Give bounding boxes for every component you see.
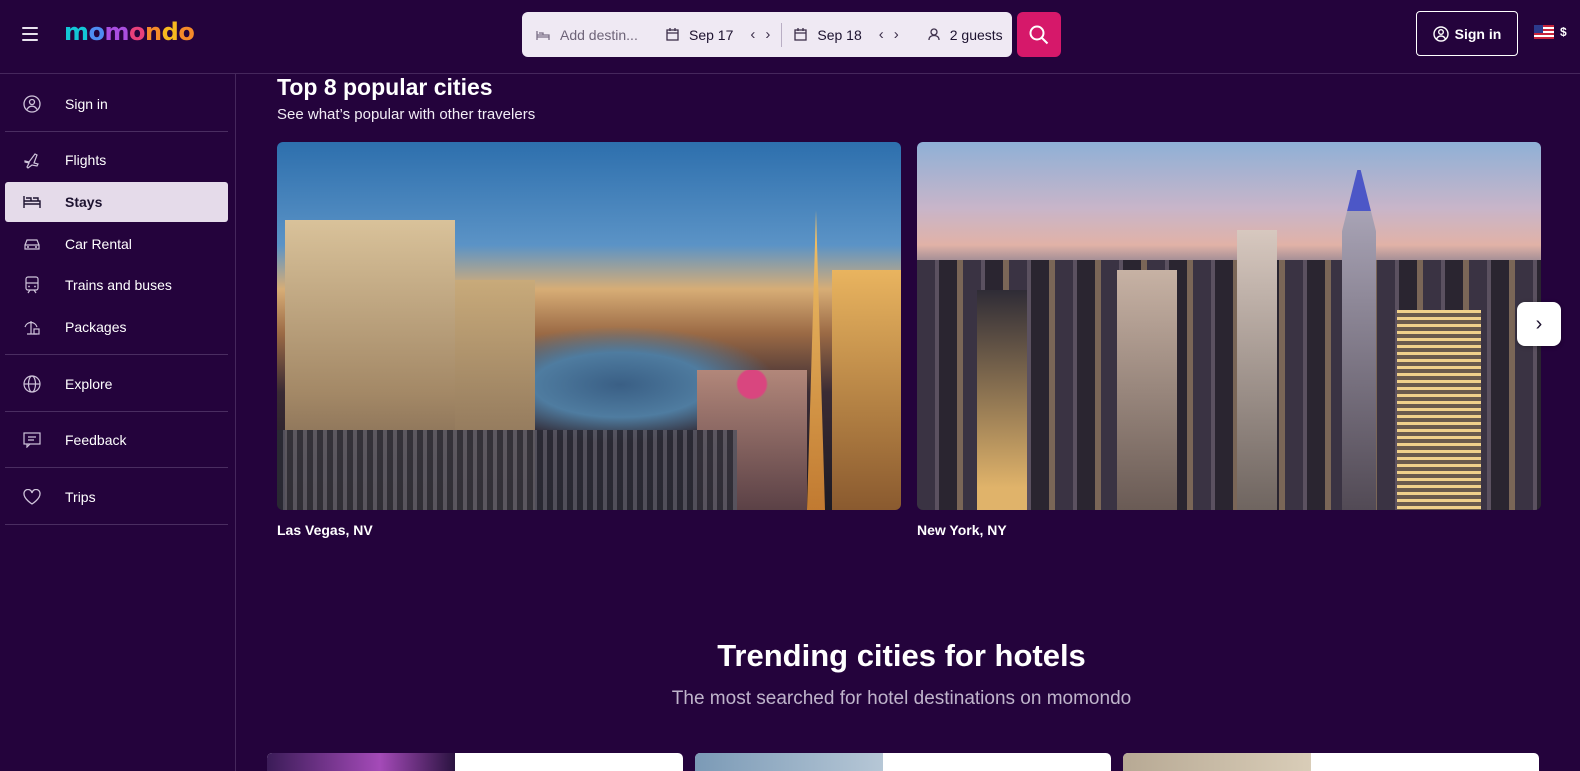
destination-field[interactable]: Add destin... bbox=[522, 27, 660, 43]
user-circle-icon bbox=[23, 95, 41, 113]
trending-subtitle: The most searched for hotel destinations… bbox=[671, 688, 1132, 709]
sidebar-item-label: Trips bbox=[65, 489, 96, 505]
currency-label: $ bbox=[1560, 25, 1567, 39]
sidebar-item-label: Stays bbox=[65, 194, 103, 210]
sidebar-item-car-rental[interactable]: Car Rental bbox=[5, 224, 228, 264]
menu-icon[interactable] bbox=[22, 27, 38, 41]
logo-letter: m bbox=[104, 18, 130, 46]
plane-icon bbox=[23, 151, 41, 169]
carousel-next-button[interactable]: › bbox=[1517, 302, 1561, 346]
skyscraper-image bbox=[1237, 230, 1277, 510]
sidebar-divider bbox=[5, 524, 228, 525]
search-button[interactable] bbox=[1017, 12, 1061, 57]
logo-letter: o bbox=[178, 18, 195, 46]
city-card-new-york[interactable] bbox=[917, 142, 1541, 510]
search-icon bbox=[1029, 25, 1049, 44]
city-name[interactable]: Las Vegas, NV bbox=[277, 522, 373, 538]
logo-letter: d bbox=[161, 18, 179, 46]
user-circle-icon bbox=[1432, 25, 1449, 42]
sidebar-divider bbox=[5, 131, 228, 132]
checkout-date: Sep 18 bbox=[817, 26, 862, 43]
sidebar-item-explore[interactable]: Explore bbox=[5, 364, 228, 404]
trending-city-card[interactable] bbox=[267, 753, 683, 771]
sidebar-item-flights[interactable]: Flights bbox=[5, 140, 228, 180]
checkout-prev-icon[interactable]: ‹ bbox=[874, 26, 889, 43]
globe-icon bbox=[23, 375, 41, 393]
sidebar-item-label: Packages bbox=[65, 319, 127, 335]
popular-cities-title: Top 8 popular cities bbox=[277, 74, 493, 100]
sidebar-item-label: Flights bbox=[65, 152, 107, 168]
person-icon bbox=[928, 28, 940, 41]
trending-city-card[interactable] bbox=[1123, 753, 1539, 771]
momondo-logo[interactable]: momondo bbox=[64, 18, 195, 46]
sidebar-divider bbox=[5, 354, 228, 355]
chevron-right-icon: › bbox=[1535, 312, 1543, 335]
search-bar: Add destin... Sep 17 ‹ › Sep 18 ‹ › 2 gu… bbox=[522, 12, 1012, 57]
sidebar-item-trains-buses[interactable]: Trains and buses bbox=[5, 265, 228, 305]
packages-icon bbox=[23, 318, 41, 336]
guests-count: 2 guests bbox=[949, 26, 1003, 43]
trending-city-image bbox=[1123, 753, 1311, 771]
logo-letter: o bbox=[88, 18, 106, 46]
logo-letter: n bbox=[145, 18, 162, 46]
skyscraper-image bbox=[977, 290, 1027, 510]
main-content: Top 8 popular cities See what’s popular … bbox=[237, 74, 1580, 771]
sidebar-item-packages[interactable]: Packages bbox=[5, 307, 228, 347]
sidebar-item-label: Car Rental bbox=[65, 236, 132, 252]
sidebar-item-stays[interactable]: Stays bbox=[5, 182, 228, 222]
sidebar-divider bbox=[5, 411, 228, 412]
eiffel-tower-image bbox=[807, 210, 825, 510]
city-name[interactable]: New York, NY bbox=[917, 522, 1007, 538]
signin-label: Sign in bbox=[1454, 25, 1502, 42]
signin-button[interactable]: Sign in bbox=[1416, 11, 1518, 56]
checkout-next-icon[interactable]: › bbox=[889, 26, 904, 43]
us-flag-icon bbox=[1534, 25, 1554, 39]
car-icon bbox=[23, 235, 41, 253]
locale-selector[interactable]: $ bbox=[1534, 25, 1567, 39]
sidebar-item-label: Feedback bbox=[65, 432, 127, 448]
trending-city-image bbox=[267, 753, 455, 771]
sidebar-item-trips[interactable]: Trips bbox=[5, 477, 228, 517]
destination-placeholder: Add destin... bbox=[560, 26, 638, 43]
checkin-date: Sep 17 bbox=[689, 26, 734, 43]
feedback-icon bbox=[23, 431, 41, 449]
train-icon bbox=[23, 276, 41, 294]
bed-icon bbox=[536, 30, 550, 40]
trending-title: Trending cities for hotels bbox=[717, 638, 1086, 673]
calendar-icon bbox=[666, 28, 679, 41]
skyscraper-image bbox=[1397, 310, 1481, 510]
sidebar-divider bbox=[5, 467, 228, 468]
sidebar-item-label: Explore bbox=[65, 376, 113, 392]
trending-city-card[interactable] bbox=[695, 753, 1111, 771]
calendar-icon bbox=[794, 28, 808, 41]
search-divider bbox=[781, 22, 783, 47]
sidebar: Sign in Flights Stays Car Rental Trains … bbox=[0, 74, 236, 771]
popular-cities-subtitle: See what’s popular with other travelers bbox=[277, 106, 536, 123]
sidebar-item-label: Trains and buses bbox=[65, 277, 172, 293]
skyscraper-image bbox=[1117, 270, 1177, 510]
hotel-building-image bbox=[832, 270, 901, 510]
trending-city-image bbox=[695, 753, 883, 771]
bed-icon bbox=[23, 193, 41, 211]
checkin-field[interactable]: Sep 17 ‹ › bbox=[660, 26, 775, 43]
logo-letter: o bbox=[129, 18, 146, 46]
checkout-field[interactable]: Sep 18 ‹ › bbox=[788, 26, 903, 43]
sidebar-item-signin[interactable]: Sign in bbox=[5, 84, 228, 124]
parking-lot-image bbox=[277, 430, 737, 510]
guests-field[interactable]: 2 guests bbox=[928, 27, 1003, 43]
empire-state-building-image bbox=[1342, 170, 1376, 510]
checkin-prev-icon[interactable]: ‹ bbox=[745, 26, 760, 43]
sidebar-item-label: Sign in bbox=[65, 96, 108, 112]
logo-letter: m bbox=[64, 18, 89, 46]
heart-icon bbox=[23, 488, 41, 506]
checkin-next-icon[interactable]: › bbox=[760, 26, 775, 43]
city-card-las-vegas[interactable] bbox=[277, 142, 901, 510]
top-bar: momondo Add destin... Sep 17 ‹ › Sep 18 … bbox=[0, 0, 1580, 74]
sidebar-item-feedback[interactable]: Feedback bbox=[5, 420, 228, 460]
